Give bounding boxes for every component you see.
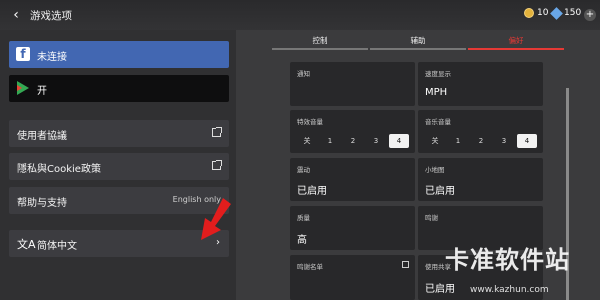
external-link-icon xyxy=(212,160,222,170)
tab-underline xyxy=(272,48,368,50)
card-title: 音乐音量 xyxy=(425,118,451,126)
card-title: 小地图 xyxy=(425,166,445,174)
gem-balance: 150 xyxy=(550,6,582,20)
gem-count: 150 xyxy=(564,8,582,18)
volume-option[interactable]: 1 xyxy=(320,134,340,148)
credits-list-setting[interactable]: 鸣谢名单 xyxy=(290,255,415,300)
plus-icon: + xyxy=(584,9,596,21)
google-play-button[interactable]: 开 xyxy=(9,75,229,102)
privacy-button[interactable]: 隱私與Cookie政策 xyxy=(9,153,229,180)
tab-underline xyxy=(468,48,564,50)
card-value: 高 xyxy=(297,235,307,246)
back-arrow-icon[interactable]: ‹ xyxy=(8,7,24,23)
tab-accessibility[interactable]: 辅助 xyxy=(370,36,466,52)
sfx-volume-selector: 关 1 2 3 4 xyxy=(297,134,409,148)
card-title: 通知 xyxy=(297,70,310,78)
music-volume-selector: 关 1 2 3 4 xyxy=(425,134,537,148)
red-arrow-icon xyxy=(201,198,231,240)
tab-label: 偏好 xyxy=(508,36,524,45)
page-title: 游戏选项 xyxy=(30,10,72,22)
translate-icon: 文A xyxy=(17,238,36,251)
minimap-setting[interactable]: 小地图 已启用 xyxy=(418,158,543,201)
tab-label: 辅助 xyxy=(410,36,426,45)
card-title: 质量 xyxy=(297,214,310,222)
volume-option[interactable]: 关 xyxy=(297,134,317,148)
music-volume-setting: 音乐音量 关 1 2 3 4 xyxy=(418,110,543,153)
external-link-icon xyxy=(212,127,222,137)
volume-option-selected[interactable]: 4 xyxy=(517,134,537,148)
card-title: 鸣谢 xyxy=(425,214,438,222)
language-button[interactable]: 文A 简体中文 › xyxy=(9,230,229,257)
card-value: 已启用 xyxy=(425,284,455,295)
watermark-text: 卡准软件站 xyxy=(445,246,570,274)
tab-label: 控制 xyxy=(312,36,328,45)
facebook-button[interactable]: f 未连接 xyxy=(9,41,229,68)
help-button[interactable]: 帮助与支持 English only xyxy=(9,187,229,214)
sfx-volume-setting: 特效音量 关 1 2 3 4 xyxy=(290,110,415,153)
card-value: MPH xyxy=(425,87,448,98)
volume-option[interactable]: 2 xyxy=(471,134,491,148)
card-title: 震动 xyxy=(297,166,310,174)
tab-controls[interactable]: 控制 xyxy=(272,36,368,52)
vibration-setting[interactable]: 震动 已启用 xyxy=(290,158,415,201)
google-play-icon xyxy=(17,81,29,95)
left-panel: f 未连接 开 使用者協議 隱私與Cookie政策 帮助与支持 English … xyxy=(0,30,236,300)
language-label: 简体中文 xyxy=(37,241,77,252)
add-currency-button[interactable]: + xyxy=(584,9,596,21)
tab-underline xyxy=(370,48,466,50)
volume-option[interactable]: 3 xyxy=(366,134,386,148)
facebook-status: 未连接 xyxy=(37,52,67,63)
watermark-url: www.kazhun.com xyxy=(470,285,549,295)
tab-preferences[interactable]: 偏好 xyxy=(468,36,564,52)
external-link-icon xyxy=(402,261,409,268)
volume-option-selected[interactable]: 4 xyxy=(389,134,409,148)
help-label: 帮助与支持 xyxy=(17,198,67,209)
google-play-status: 开 xyxy=(37,86,47,97)
volume-option[interactable]: 1 xyxy=(448,134,468,148)
card-title: 特效音量 xyxy=(297,118,323,126)
top-bar: ‹ 游戏选项 10 150 + xyxy=(0,0,600,30)
card-value: 已启用 xyxy=(425,186,455,197)
volume-option[interactable]: 3 xyxy=(494,134,514,148)
privacy-label: 隱私與Cookie政策 xyxy=(17,164,101,175)
card-title: 鸣谢名单 xyxy=(297,263,323,271)
terms-label: 使用者協議 xyxy=(17,131,67,142)
coin-count: 10 xyxy=(537,8,549,18)
notification-setting[interactable]: 通知 xyxy=(290,62,415,106)
card-title: 速度显示 xyxy=(425,70,451,78)
terms-button[interactable]: 使用者協議 xyxy=(9,120,229,147)
volume-option[interactable]: 2 xyxy=(343,134,363,148)
volume-option[interactable]: 关 xyxy=(425,134,445,148)
speed-display-setting[interactable]: 速度显示 MPH xyxy=(418,62,543,106)
card-value: 已启用 xyxy=(297,186,327,197)
coin-balance: 10 xyxy=(524,8,548,18)
facebook-icon: f xyxy=(16,47,30,61)
gem-icon xyxy=(550,6,563,20)
quality-setting[interactable]: 质量 高 xyxy=(290,206,415,250)
coin-icon xyxy=(524,8,534,18)
